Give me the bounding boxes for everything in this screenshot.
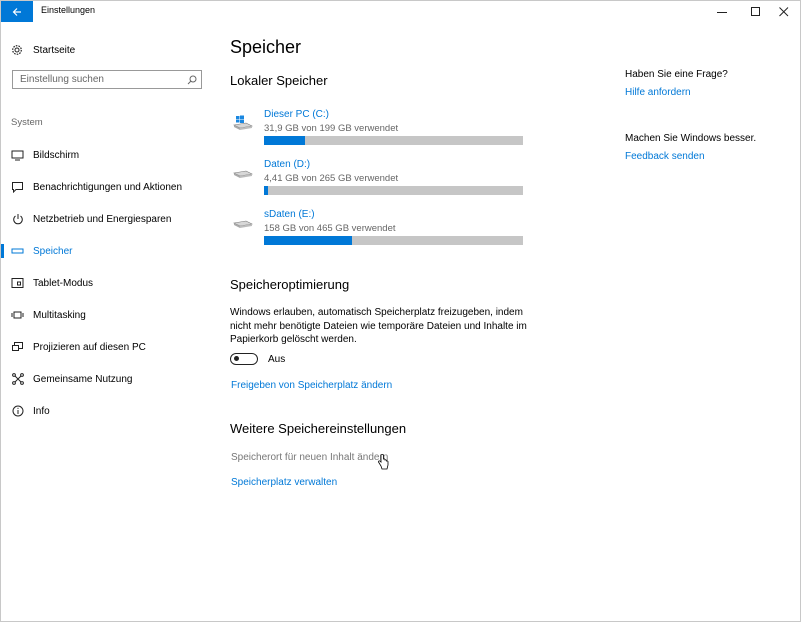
sidebar-item-label: Info bbox=[33, 405, 50, 417]
optimization-heading: Speicheroptimierung bbox=[230, 277, 350, 292]
info-icon bbox=[11, 405, 24, 418]
section-label-system: System bbox=[11, 117, 43, 128]
optimization-description: Windows erlauben, automatisch Speicherpl… bbox=[230, 307, 527, 345]
toggle-knob bbox=[234, 356, 239, 361]
drive-d[interactable]: Daten (D:) 4,41 GB von 265 GB verwendet bbox=[230, 159, 530, 201]
sidebar-item-label: Projizieren auf diesen PC bbox=[33, 341, 146, 353]
back-button[interactable] bbox=[1, 1, 33, 22]
notification-icon bbox=[11, 181, 24, 194]
sidebar: Startseite Einstellung suchen System Bil… bbox=[1, 22, 216, 621]
title-bar: Einstellungen bbox=[1, 1, 800, 22]
sidebar-item-info[interactable]: Info bbox=[1, 395, 216, 427]
hard-drive-icon bbox=[232, 165, 254, 181]
sidebar-item-label: Benachrichtigungen und Aktionen bbox=[33, 181, 183, 193]
usage-bar bbox=[264, 136, 523, 145]
change-freeing-link[interactable]: Freigeben von Speicherplatz ändern bbox=[231, 380, 392, 391]
drive-usage: 31,9 GB von 199 GB verwendet bbox=[264, 123, 399, 134]
local-storage-heading: Lokaler Speicher bbox=[230, 73, 328, 88]
multitasking-icon bbox=[11, 309, 24, 322]
help-link[interactable]: Hilfe anfordern bbox=[625, 87, 691, 98]
gear-icon bbox=[11, 44, 23, 56]
sidebar-item-label: Speicher bbox=[33, 245, 73, 257]
active-indicator bbox=[1, 244, 4, 258]
sidebar-item-label: Multitasking bbox=[33, 309, 86, 321]
storage-sense-toggle-row: Aus bbox=[230, 351, 285, 367]
sidebar-item-label: Gemeinsame Nutzung bbox=[33, 373, 133, 385]
minimize-icon bbox=[717, 11, 727, 13]
sidebar-item-gemeinsame-nutzung[interactable]: Gemeinsame Nutzung bbox=[1, 363, 216, 395]
back-arrow-icon bbox=[12, 7, 21, 16]
sidebar-item-tablet-modus[interactable]: Tablet-Modus bbox=[1, 267, 216, 299]
sidebar-item-projizieren[interactable]: Projizieren auf diesen PC bbox=[1, 331, 216, 363]
sidebar-item-label: Netzbetrieb und Energiesparen bbox=[33, 213, 172, 225]
usage-bar bbox=[264, 186, 523, 195]
question-heading: Haben Sie eine Frage? bbox=[625, 69, 728, 80]
sidebar-item-benachrichtigungen[interactable]: Benachrichtigungen und Aktionen bbox=[1, 171, 216, 203]
drive-usage: 158 GB von 465 GB verwendet bbox=[264, 223, 396, 234]
settings-search-input[interactable]: Einstellung suchen bbox=[12, 70, 202, 89]
sidebar-item-netzbetrieb[interactable]: Netzbetrieb und Energiesparen bbox=[1, 203, 216, 235]
usage-bar-fill bbox=[264, 236, 353, 245]
share-icon bbox=[11, 373, 24, 386]
search-icon bbox=[183, 75, 201, 85]
page-title: Speicher bbox=[230, 37, 302, 57]
more-settings-heading: Weitere Speichereinstellungen bbox=[230, 421, 407, 436]
sidebar-item-speicher[interactable]: Speicher bbox=[1, 235, 216, 267]
drive-name: sDaten (E:) bbox=[264, 209, 315, 220]
drive-name: Daten (D:) bbox=[264, 159, 311, 170]
storage-sense-toggle[interactable] bbox=[230, 353, 258, 365]
sidebar-item-label: Tablet-Modus bbox=[33, 277, 94, 289]
search-placeholder: Einstellung suchen bbox=[20, 74, 104, 85]
toggle-state-label: Aus bbox=[268, 353, 286, 365]
home-label: Startseite bbox=[33, 44, 76, 56]
improve-heading: Machen Sie Windows besser. bbox=[625, 133, 757, 144]
minimize-button[interactable] bbox=[705, 1, 739, 22]
home-link[interactable]: Startseite bbox=[11, 42, 75, 58]
hand-cursor-icon bbox=[378, 454, 389, 470]
sidebar-nav: Bildschirm Benachrichtigungen und Aktion… bbox=[1, 139, 216, 427]
drive-name: Dieser PC (C:) bbox=[264, 109, 330, 120]
hard-drive-icon bbox=[232, 215, 254, 231]
project-icon bbox=[11, 341, 24, 354]
storage-icon bbox=[11, 245, 24, 258]
settings-window: Einstellungen Startseite Einstellung suc… bbox=[0, 0, 801, 622]
tablet-icon bbox=[11, 277, 24, 290]
save-location-link[interactable]: Speicherort für neuen Inhalt ändern bbox=[231, 452, 388, 463]
usage-bar-fill bbox=[264, 186, 269, 195]
monitor-icon bbox=[11, 149, 24, 162]
usage-bar-fill bbox=[264, 136, 306, 145]
feedback-link[interactable]: Feedback senden bbox=[625, 151, 705, 162]
windows-drive-icon bbox=[232, 115, 254, 131]
window-title: Einstellungen bbox=[41, 5, 96, 15]
drive-c[interactable]: Dieser PC (C:) 31,9 GB von 199 GB verwen… bbox=[230, 109, 530, 151]
usage-bar bbox=[264, 236, 523, 245]
drive-usage: 4,41 GB von 265 GB verwendet bbox=[264, 173, 399, 184]
sidebar-item-bildschirm[interactable]: Bildschirm bbox=[1, 139, 216, 171]
power-icon bbox=[11, 213, 24, 226]
sidebar-item-multitasking[interactable]: Multitasking bbox=[1, 299, 216, 331]
sidebar-item-label: Bildschirm bbox=[33, 149, 80, 161]
close-button[interactable] bbox=[767, 1, 800, 22]
maximize-icon bbox=[751, 6, 760, 16]
main-content: Speicher Lokaler Speicher Dieser PC (C:)… bbox=[230, 22, 620, 620]
manage-storage-link[interactable]: Speicherplatz verwalten bbox=[231, 477, 337, 488]
drive-e[interactable]: sDaten (E:) 158 GB von 465 GB verwendet bbox=[230, 209, 530, 251]
close-icon bbox=[779, 6, 789, 16]
